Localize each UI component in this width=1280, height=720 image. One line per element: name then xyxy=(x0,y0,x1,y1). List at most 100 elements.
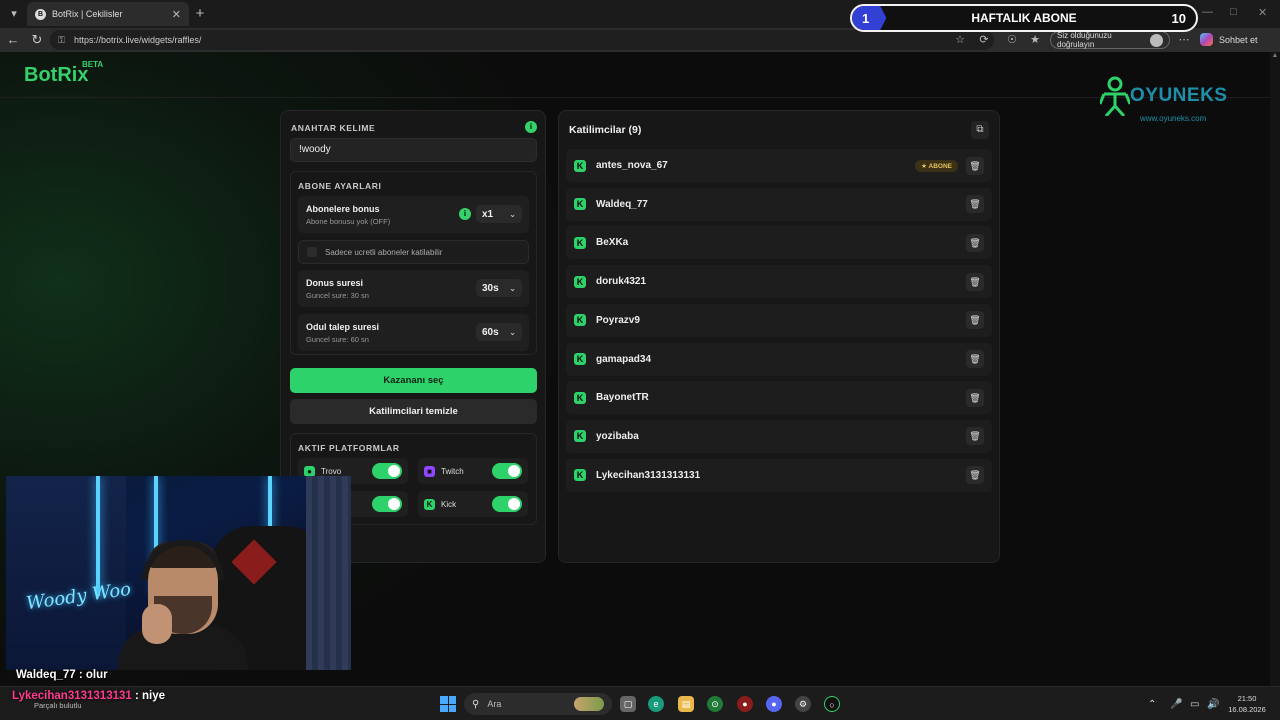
delete-participant-icon[interactable]: 🗑 xyxy=(966,311,984,330)
clear-participants-button[interactable]: Katilimcilari temizle xyxy=(290,399,537,424)
participant-name: Lykecihan3131313131 xyxy=(596,469,701,481)
subscriber-badge-label: ABONE xyxy=(928,162,952,170)
platform-name: Twitch xyxy=(441,466,464,476)
edge-icon[interactable]: e xyxy=(648,696,664,712)
duration-subtitle: Guncel sure: 30 sn xyxy=(306,291,369,300)
site-info-icon[interactable]: ⚿ xyxy=(58,35,68,46)
streamer-hand xyxy=(142,604,172,644)
maximize-icon[interactable]: □ xyxy=(1230,6,1237,18)
copy-icon[interactable]: ⧉ xyxy=(971,121,989,139)
shield-icon[interactable]: ☉ xyxy=(1004,32,1020,48)
close-tab-icon[interactable]: ✕ xyxy=(172,8,181,21)
taskbar-clock[interactable]: 21:50 16.08.2026 xyxy=(1224,693,1270,715)
keyword-info-icon[interactable]: i xyxy=(525,121,537,133)
bonus-info-icon[interactable]: i xyxy=(459,208,471,220)
browser-tab[interactable]: B BotRix | Cekilisler ✕ xyxy=(27,2,189,26)
scroll-up-icon[interactable]: ▲ xyxy=(1270,52,1280,59)
tab-title: BotRix | Cekilisler xyxy=(52,9,123,19)
volume-icon[interactable]: 🔊 xyxy=(1207,699,1219,710)
weather-text: Parçalı bulutlu xyxy=(34,701,82,710)
discord-icon[interactable]: ● xyxy=(766,696,782,712)
trovo-icon: ● xyxy=(304,465,315,477)
keyword-input[interactable]: !woody xyxy=(290,138,537,162)
claim-select-value: 60s xyxy=(482,326,499,338)
profile-verify-button[interactable]: Siz olduğunuzu doğrulayın xyxy=(1050,31,1170,49)
display-icon[interactable]: ▭ xyxy=(1190,699,1199,710)
youtube-toggle[interactable] xyxy=(372,496,402,512)
search-highlight-image xyxy=(574,697,604,711)
platform-name: Trovo xyxy=(321,466,342,476)
delete-participant-icon[interactable]: 🗑 xyxy=(966,466,984,485)
trovo-toggle[interactable] xyxy=(372,463,402,479)
favorites-icon[interactable]: ★ xyxy=(1027,32,1043,48)
taskbar-search[interactable]: ⚲ Ara xyxy=(464,693,612,715)
tab-actions-icon[interactable]: ▾ xyxy=(4,4,24,24)
subscriber-settings-section: ABONE AYARLARI Abonelere bonus Abone bon… xyxy=(290,171,537,355)
favorite-star-icon[interactable]: ☆ xyxy=(952,32,968,48)
copilot-label: Sohbet et xyxy=(1219,34,1258,45)
delete-participant-icon[interactable]: 🗑 xyxy=(966,156,984,175)
sponsor-logo: OYUNEKS www.oyuneks.com xyxy=(1100,76,1227,123)
participant-row: Kgamapad34 🗑 xyxy=(566,342,992,376)
chevron-down-icon: ⌄ xyxy=(509,327,516,337)
app-icon[interactable]: ⊙ xyxy=(707,696,723,712)
url-text: https://botrix.live/widgets/raffles/ xyxy=(74,35,202,45)
task-view-icon[interactable]: ▢ xyxy=(620,696,636,712)
file-explorer-icon[interactable]: ▤ xyxy=(678,696,694,712)
paid-only-label: Sadece ucretli aboneler katilabilir xyxy=(325,247,443,257)
claim-time-select[interactable]: 60s ⌄ xyxy=(476,323,522,341)
webcam-shelf xyxy=(6,476,126,670)
extension-icon[interactable]: ⟳ xyxy=(976,32,992,48)
avatar xyxy=(1150,33,1163,47)
star-icon: ★ xyxy=(921,162,929,170)
taskbar: Parçalı bulutlu ⚲ Ara ▢ e ▤ ⊙ ● ● ⚙ ○ ⌃ … xyxy=(0,686,1280,720)
more-menu-icon[interactable]: ⋯ xyxy=(1176,32,1192,48)
kick-icon: K xyxy=(574,198,586,211)
participant-name: BayonetTR xyxy=(596,392,649,404)
search-placeholder: Ara xyxy=(487,699,502,709)
subscriber-settings-label: ABONE AYARLARI xyxy=(298,181,382,191)
new-tab-icon[interactable]: + xyxy=(193,4,207,24)
copilot-button[interactable]: Sohbet et xyxy=(1200,33,1258,46)
pick-winner-button[interactable]: Kazananı seç xyxy=(290,368,537,393)
subscriber-goal-target: 10 xyxy=(1171,10,1186,26)
kick-toggle[interactable] xyxy=(492,496,522,512)
paid-only-checkbox[interactable] xyxy=(307,247,317,257)
delete-participant-icon[interactable]: 🗑 xyxy=(966,350,984,368)
microphone-icon[interactable]: 🎤 xyxy=(1170,699,1182,710)
botrix-logo[interactable]: BotRix BETA xyxy=(24,60,103,87)
kick-icon: K xyxy=(574,353,586,365)
close-window-icon[interactable]: ✕ xyxy=(1258,6,1267,19)
app-icon[interactable]: ● xyxy=(737,696,753,712)
kick-icon: K xyxy=(574,159,586,172)
participant-name: yozibaba xyxy=(596,430,639,442)
delete-participant-icon[interactable]: 🗑 xyxy=(966,195,984,214)
platform-twitch: ■ Twitch xyxy=(418,458,528,484)
duration-select[interactable]: 30s ⌄ xyxy=(476,279,522,297)
delete-participant-icon[interactable]: 🗑 xyxy=(966,427,984,446)
paid-subscribers-only-row[interactable]: Sadece ucretli aboneler katilabilir xyxy=(298,240,529,264)
steam-icon[interactable]: ⚙ xyxy=(795,696,811,712)
participant-row: K Lykecihan3131313131 🗑 xyxy=(566,458,992,492)
back-icon[interactable]: ← xyxy=(4,31,22,49)
delete-participant-icon[interactable]: 🗑 xyxy=(966,272,984,291)
chat-username: Lykecihan3131313131 xyxy=(12,690,132,702)
participant-row: K Poyrazv9 🗑 xyxy=(566,303,992,337)
page-scrollbar[interactable]: ▲ xyxy=(1270,52,1280,686)
refresh-icon[interactable]: ↻ xyxy=(28,31,46,49)
sponsor-site: www.oyuneks.com xyxy=(1140,114,1207,123)
curtain xyxy=(306,476,351,670)
minimize-icon[interactable]: — xyxy=(1202,6,1213,18)
app-icon[interactable]: ○ xyxy=(824,696,840,712)
platform-name: Kick xyxy=(441,499,457,509)
duration-title: Donus suresi xyxy=(306,278,364,288)
kick-icon: K xyxy=(574,236,586,249)
twitch-toggle[interactable] xyxy=(492,463,522,479)
bonus-multiplier-select[interactable]: x1 ⌄ xyxy=(476,205,522,223)
url-input[interactable]: ⚿ https://botrix.live/widgets/raffles/ xyxy=(50,30,994,50)
delete-participant-icon[interactable]: 🗑 xyxy=(966,233,984,252)
neon-light xyxy=(96,476,100,596)
windows-start-icon[interactable] xyxy=(440,696,456,712)
tray-overflow-icon[interactable]: ⌃ xyxy=(1148,699,1156,710)
delete-participant-icon[interactable]: 🗑 xyxy=(966,388,984,407)
